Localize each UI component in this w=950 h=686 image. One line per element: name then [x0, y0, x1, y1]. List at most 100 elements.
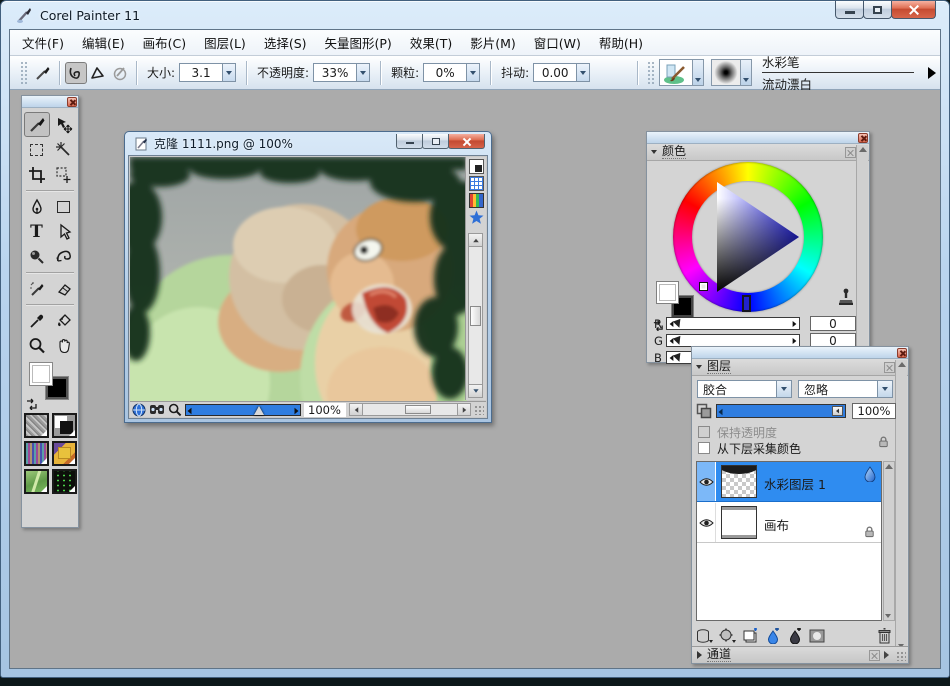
menu-layers[interactable]: 图层(L): [204, 33, 246, 52]
text-tool[interactable]: T: [24, 219, 50, 244]
opacity-spinner[interactable]: [357, 63, 370, 82]
scroll-up-button[interactable]: [469, 234, 482, 247]
grabber-hand-tool[interactable]: [51, 333, 77, 358]
new-layer-icon[interactable]: [742, 628, 759, 644]
channels-menu-icon[interactable]: [884, 651, 889, 659]
layers-collapse-triangle-icon[interactable]: [696, 365, 702, 369]
menu-window[interactable]: 窗口(W): [534, 33, 581, 52]
scroll-right-button[interactable]: [457, 404, 470, 415]
menu-movie[interactable]: 影片(M): [470, 33, 516, 52]
new-liquid-ink-layer-icon[interactable]: [787, 628, 803, 644]
channels-expand-icon[interactable]: [697, 651, 702, 659]
eraser-tool[interactable]: [51, 276, 77, 301]
horizontal-scrollbar[interactable]: [349, 403, 471, 416]
layer-opacity-thumb[interactable]: [832, 406, 843, 416]
menu-canvas[interactable]: 画布(C): [143, 33, 186, 52]
menu-effects[interactable]: 效果(T): [410, 33, 452, 52]
sv-cursor[interactable]: [699, 282, 708, 291]
scroll-down-button[interactable]: [469, 384, 482, 397]
composite-depth-dropdown[interactable]: 忽略: [798, 380, 893, 398]
brush-category-name[interactable]: 水彩笔: [762, 52, 914, 73]
horizontal-scroll-thumb[interactable]: [405, 405, 431, 414]
color-panel-close-button[interactable]: [858, 133, 868, 143]
brush-category-button[interactable]: [659, 59, 693, 86]
shape-selection-tool[interactable]: [51, 219, 77, 244]
composite-depth-arrow[interactable]: [877, 381, 892, 397]
size-spinner[interactable]: [223, 63, 236, 82]
layers-panel-resize-grip[interactable]: [896, 651, 906, 661]
clone-color-button[interactable]: [109, 62, 131, 84]
brush-tool-indicator-icon[interactable]: [32, 62, 54, 84]
brush-dab-preview[interactable]: [711, 59, 741, 86]
restore-button[interactable]: [863, 1, 892, 19]
magnifier-find-icon[interactable]: [149, 403, 165, 416]
layer-name[interactable]: 水彩图层 1: [764, 474, 826, 493]
composite-method-dropdown[interactable]: 胶合: [697, 380, 792, 398]
layer-list-scrollbar[interactable]: [883, 461, 895, 621]
layer-row-watercolor[interactable]: 水彩图层 1: [697, 462, 881, 502]
color-panel-header[interactable]: 颜色: [647, 144, 869, 161]
jitter-spinner[interactable]: [577, 63, 590, 82]
delete-layer-icon[interactable]: [877, 628, 892, 644]
brush-selector-flyout-icon[interactable]: [928, 67, 936, 79]
dynamic-plugins-icon[interactable]: [719, 628, 736, 644]
menu-shapes[interactable]: 矢量图形(P): [325, 33, 392, 52]
composite-method-arrow[interactable]: [776, 381, 791, 397]
channels-xbox-icon[interactable]: [869, 650, 880, 661]
grain-spinner[interactable]: [467, 63, 480, 82]
collapse-triangle-icon[interactable]: [651, 150, 657, 154]
clone-color-stamp-icon[interactable]: [837, 288, 854, 306]
menu-edit[interactable]: 编辑(E): [82, 33, 125, 52]
zoom-magnifier-icon[interactable]: [168, 403, 182, 417]
layers-panel-titlebar[interactable]: [692, 347, 908, 359]
red-slider[interactable]: [666, 317, 800, 330]
swap-colors-icon[interactable]: [25, 397, 38, 410]
vertical-scroll-thumb[interactable]: [470, 306, 481, 326]
canvas-image[interactable]: [130, 157, 467, 402]
document-minimize-button[interactable]: [396, 134, 423, 149]
layers-panel-xbox-icon[interactable]: [884, 362, 895, 373]
layer-opacity-value[interactable]: 100%: [852, 403, 896, 419]
scroll-left-button[interactable]: [350, 404, 363, 415]
zoom-slider[interactable]: [185, 404, 301, 416]
size-input[interactable]: 3.1: [179, 63, 223, 82]
layers-panel-close-button[interactable]: [897, 348, 907, 358]
red-value[interactable]: 0: [810, 316, 856, 331]
rotate-page-tool[interactable]: [51, 244, 77, 269]
document-restore-button[interactable]: [422, 134, 449, 149]
document-close-button[interactable]: [448, 134, 485, 149]
saturation-value-triangle[interactable]: [687, 176, 809, 298]
canvas-visibility-toggle[interactable]: [697, 503, 716, 542]
new-layer-mask-icon[interactable]: [809, 628, 825, 644]
selection-adjuster-tool[interactable]: [51, 162, 77, 187]
layer-commands-icon[interactable]: [696, 628, 713, 644]
color-correction-icon[interactable]: [469, 193, 484, 208]
rectangular-selection-tool[interactable]: [24, 137, 50, 162]
close-button[interactable]: [891, 1, 936, 19]
straight-stroke-button[interactable]: [87, 62, 109, 84]
document-titlebar[interactable]: 克隆 1111.png @ 100%: [125, 132, 491, 155]
freehand-stroke-button[interactable]: [65, 62, 87, 84]
document-resize-grip[interactable]: [474, 405, 484, 415]
opacity-input[interactable]: 33%: [313, 63, 357, 82]
vertical-scrollbar[interactable]: [468, 233, 483, 398]
grain-input[interactable]: 0%: [423, 63, 467, 82]
brush-category-dropdown[interactable]: [693, 59, 704, 86]
property-bar-grip[interactable]: [20, 61, 28, 85]
grid-overlay-icon[interactable]: [469, 176, 484, 191]
weave-selector[interactable]: [52, 441, 77, 466]
rectangular-shape-tool[interactable]: [51, 194, 77, 219]
navigator-globe-icon[interactable]: [132, 403, 146, 417]
nozzle-selector[interactable]: [24, 469, 49, 494]
zoom-slider-thumb[interactable]: [254, 406, 264, 415]
dropper-tool[interactable]: [24, 308, 50, 333]
brush-tool[interactable]: [24, 112, 50, 137]
cloner-brush-tool[interactable]: [24, 276, 50, 301]
layer-adjuster-tool[interactable]: [51, 112, 77, 137]
gradient-selector[interactable]: [24, 441, 49, 466]
channels-bar[interactable]: 通道: [692, 646, 908, 663]
preserve-transparency-checkbox[interactable]: [698, 426, 710, 438]
brush-selector-grip[interactable]: [647, 61, 655, 85]
layers-panel-scrollstrip[interactable]: [895, 360, 907, 650]
color-panel-main-swatch[interactable]: [656, 281, 679, 304]
